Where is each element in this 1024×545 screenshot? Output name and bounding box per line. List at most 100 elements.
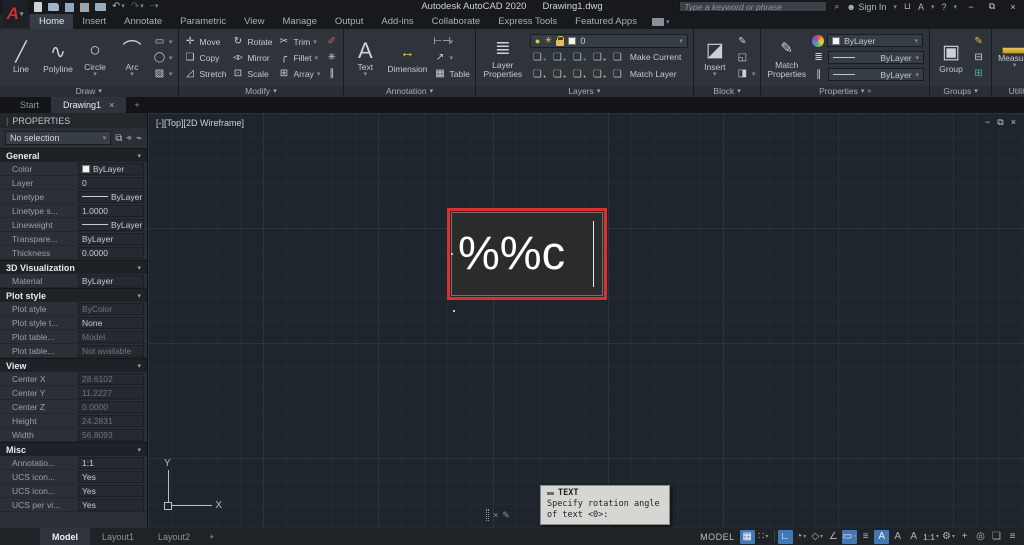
tab-express-tools[interactable]: Express Tools: [489, 14, 566, 29]
select-objects-icon[interactable]: ⌖: [126, 133, 132, 144]
tab-add-ins[interactable]: Add-ins: [372, 14, 422, 29]
hatch-button[interactable]: ▨▾: [153, 66, 173, 81]
help-dropdown-icon[interactable]: ▾: [953, 3, 957, 11]
draw-expand-icon[interactable]: ▾: [98, 86, 102, 97]
drawing-restore-button[interactable]: ⧉: [997, 117, 1003, 128]
annotation-autoscale-toggle[interactable]: A: [890, 530, 905, 544]
prop-value-color[interactable]: ByLayer: [78, 163, 144, 175]
section-plot-collapse-icon[interactable]: ▾: [137, 292, 141, 300]
search-icon[interactable]: ⌕: [834, 1, 839, 12]
move-button[interactable]: ✛Move: [184, 34, 227, 49]
ellipse-dropdown-icon[interactable]: ▾: [169, 54, 173, 62]
panel-modify-label[interactable]: Modify▾: [179, 86, 344, 97]
prop-value-linetype-scale[interactable]: 1.0000: [78, 205, 144, 217]
prop-value-transparency[interactable]: ByLayer: [78, 233, 144, 245]
circle-dropdown-icon[interactable]: ▾: [93, 72, 97, 77]
measure-button[interactable]: Measure▾: [997, 47, 1024, 68]
layout2-tab[interactable]: Layout2: [146, 528, 202, 545]
tab-annotate[interactable]: Annotate: [115, 14, 171, 29]
section-3d-collapse-icon[interactable]: ▾: [137, 264, 141, 272]
annotation-scale-value[interactable]: 1:1▾: [922, 530, 940, 544]
annotation-monitor-button[interactable]: +: [957, 530, 972, 544]
annotation-scale-button[interactable]: A: [906, 530, 921, 544]
layer-freeze-icon[interactable]: ❏•: [550, 52, 565, 63]
prop-value-material[interactable]: ByLayer: [78, 275, 144, 287]
group-button[interactable]: ▣Group: [935, 41, 967, 74]
quick-select-palette-icon[interactable]: ⌁: [136, 133, 142, 144]
ungroup-button[interactable]: ⊟: [972, 50, 985, 65]
prop-value-ucs-icon-on[interactable]: Yes: [78, 471, 144, 483]
fillet-button[interactable]: ╭Fillet▾: [278, 50, 321, 65]
ribbon-display-toggle[interactable]: ▾: [646, 14, 676, 29]
tab-start[interactable]: Start: [8, 97, 51, 113]
new-drawing-tab-button[interactable]: +: [126, 97, 147, 113]
text-button[interactable]: AText▾: [349, 39, 381, 77]
array-button[interactable]: ⊞Array▾: [278, 66, 321, 81]
drawing-minimize-button[interactable]: −: [985, 117, 990, 128]
block-edit-button[interactable]: ✎: [736, 34, 756, 49]
help-search-input[interactable]: [679, 1, 827, 12]
object-snap-toggle[interactable]: ▭▾: [842, 530, 857, 544]
tab-parametric[interactable]: Parametric: [171, 14, 235, 29]
snap-dropdown-icon[interactable]: ▾: [765, 533, 768, 540]
fillet-dropdown-icon[interactable]: ▾: [314, 54, 318, 62]
annotation-visibility-toggle[interactable]: A: [874, 530, 889, 544]
prop-value-layer[interactable]: 0: [78, 177, 144, 189]
panel-properties-label[interactable]: Properties▾»: [761, 86, 929, 97]
text-editor-field[interactable]: %%c: [451, 212, 603, 296]
toggle-pickadd-icon[interactable]: ⧉: [115, 133, 122, 144]
panel-block-label[interactable]: Block▾: [694, 86, 761, 97]
panel-annotation-label[interactable]: Annotation▾: [344, 86, 474, 97]
rotate-button[interactable]: ↻Rotate: [231, 34, 272, 49]
isodraft-toggle[interactable]: ◇▾: [810, 530, 825, 544]
polar-tracking-toggle[interactable]: ◔▾: [794, 530, 809, 544]
drawing-close-button[interactable]: ×: [1011, 117, 1016, 128]
undo-button[interactable]: ↶▾: [112, 2, 125, 12]
erase-button[interactable]: ✐: [325, 34, 338, 49]
customize-qat-button[interactable]: −▾: [150, 2, 159, 12]
layer-thaw-all-icon[interactable]: ❏•: [550, 69, 565, 80]
clean-screen-button[interactable]: ❏: [989, 530, 1004, 544]
osnap-dropdown-icon[interactable]: ▾: [853, 533, 856, 540]
prop-value-annotation-scale[interactable]: 1:1: [78, 457, 144, 469]
properties-expand-icon[interactable]: ▾: [861, 86, 865, 97]
layer-select-dropdown[interactable]: ● ☀ 0 ▾: [530, 34, 688, 48]
insert-dropdown-icon[interactable]: ▾: [713, 72, 717, 77]
autodesk-app-icon[interactable]: A: [918, 2, 924, 12]
offset-button[interactable]: ∥: [325, 66, 338, 81]
array-dropdown-icon[interactable]: ▾: [317, 70, 321, 78]
drawing-canvas[interactable]: [-][Top][2D Wireframe] − ⧉ × %%c Y X × ✎…: [148, 113, 1024, 528]
panel-draw-label[interactable]: Draw▾: [0, 86, 178, 97]
block-create-button[interactable]: ◱: [736, 50, 756, 65]
properties-dialog-launcher-icon[interactable]: »: [867, 86, 871, 97]
linear-dimension-dropdown-icon[interactable]: ▾: [449, 38, 453, 46]
tab-drawing1[interactable]: Drawing1×: [51, 97, 126, 113]
ellipse-button[interactable]: ◯▾: [153, 50, 173, 65]
modify-expand-icon[interactable]: ▾: [273, 86, 277, 97]
leader-button[interactable]: ↗▾: [433, 50, 469, 65]
drawing1-close-icon[interactable]: ×: [109, 100, 114, 110]
window-minimize-button[interactable]: −: [964, 2, 978, 12]
match-properties-button[interactable]: ✎Match Properties: [766, 37, 807, 79]
isodraft-dropdown-icon[interactable]: ▾: [820, 533, 823, 540]
section-view-collapse-icon[interactable]: ▾: [137, 362, 141, 370]
rectangle-button[interactable]: ▭▾: [153, 34, 173, 49]
autodesk-app-dropdown-icon[interactable]: ▾: [931, 3, 935, 11]
window-restore-button[interactable]: ⧉: [985, 1, 999, 12]
plot-button[interactable]: [95, 3, 106, 11]
customization-menu-button[interactable]: ≡: [1005, 530, 1020, 544]
object-snap-tracking-toggle[interactable]: ∠: [826, 530, 841, 544]
mirror-button[interactable]: ◃▹Mirror: [231, 50, 272, 65]
annotation-expand-icon[interactable]: ▾: [430, 86, 434, 97]
sign-in-dropdown-icon[interactable]: ▾: [893, 3, 897, 11]
group-manager-button[interactable]: ⊞: [972, 66, 985, 81]
lineweight-display-toggle[interactable]: ≡: [858, 530, 873, 544]
prop-value-ucs-icon-origin[interactable]: Yes: [78, 485, 144, 497]
polyline-button[interactable]: ∿Polyline: [42, 41, 74, 74]
arc-button[interactable]: ⌒Arc▾: [116, 39, 148, 77]
annotation-scale-dropdown-icon[interactable]: ▾: [936, 533, 939, 540]
layer-unlock-all-icon[interactable]: ❏•: [590, 69, 605, 80]
linear-dimension-button[interactable]: ⊢⊣▾: [433, 34, 469, 49]
model-tab[interactable]: Model: [40, 528, 90, 545]
tab-featured-apps[interactable]: Featured Apps: [566, 14, 646, 29]
